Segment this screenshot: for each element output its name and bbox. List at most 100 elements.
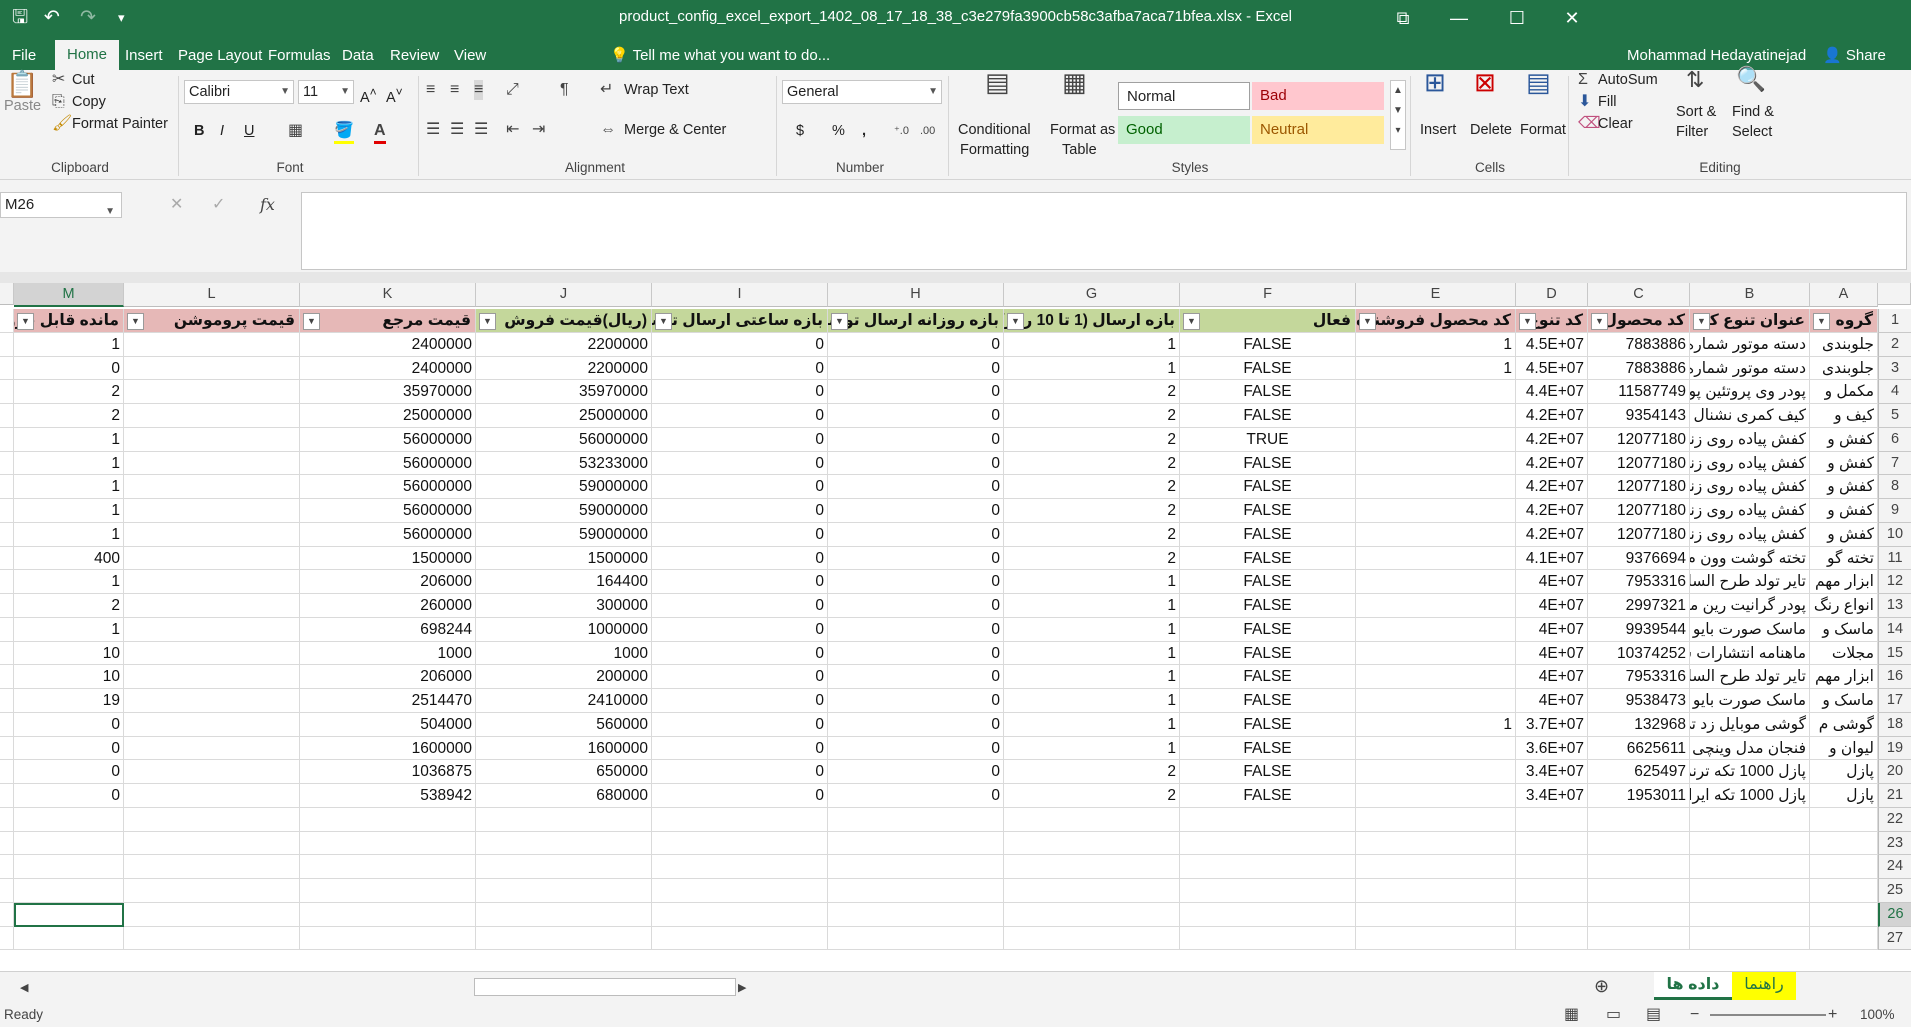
grid-cell[interactable] <box>828 926 1004 951</box>
zoom-in-icon[interactable]: + <box>1828 1005 1837 1025</box>
table-header-c[interactable]: کد محصول ▼ <box>1588 309 1690 333</box>
table-cell[interactable]: 0 <box>828 451 1004 476</box>
table-cell[interactable]: کفش پیاده روی زنانه <box>1690 522 1810 547</box>
table-cell[interactable]: 4.2E+07 <box>1516 404 1588 428</box>
table-cell[interactable]: 0 <box>14 736 124 761</box>
table-cell[interactable] <box>1356 451 1516 476</box>
table-cell[interactable]: 2410000 <box>476 689 652 713</box>
table-cell[interactable]: 1600000 <box>300 736 476 761</box>
table-cell[interactable]: FALSE <box>1180 760 1356 784</box>
row-header[interactable]: 18 <box>1878 712 1911 737</box>
table-cell[interactable]: 164400 <box>476 570 652 594</box>
table-cell[interactable]: FALSE <box>1180 712 1356 737</box>
table-cell[interactable] <box>1356 617 1516 642</box>
table-cell[interactable]: FALSE <box>1180 641 1356 666</box>
table-cell[interactable]: FALSE <box>1180 356 1356 381</box>
table-cell[interactable] <box>124 404 300 428</box>
table-cell[interactable]: 0 <box>652 356 828 381</box>
table-cell[interactable]: 1 <box>14 475 124 499</box>
grid-cell[interactable] <box>300 926 476 951</box>
table-cell[interactable]: 2400000 <box>300 356 476 381</box>
grid-cell[interactable] <box>124 807 300 832</box>
column-header-i[interactable]: I <box>652 283 828 307</box>
delete-cells-button[interactable]: Delete <box>1470 120 1512 140</box>
table-cell[interactable]: 1000 <box>476 641 652 666</box>
grid-cell[interactable] <box>1588 807 1690 832</box>
table-cell[interactable]: تایر تولد طرح الساء <box>1690 665 1810 689</box>
sheet-tab-guide[interactable]: راهنما <box>1732 972 1796 1000</box>
column-header-g[interactable]: G <box>1004 283 1180 307</box>
row-header[interactable]: 11 <box>1878 546 1911 571</box>
table-cell[interactable]: 2 <box>1004 404 1180 428</box>
style-good[interactable]: Good <box>1118 116 1250 144</box>
table-cell[interactable]: ماسک و <box>1810 689 1878 713</box>
table-cell[interactable]: 1 <box>14 499 124 523</box>
grid-cell[interactable] <box>476 879 652 903</box>
grid-cell[interactable] <box>1810 807 1878 832</box>
grid-cell[interactable] <box>476 902 652 927</box>
name-box[interactable]: M26 ▼ <box>0 192 122 218</box>
table-header-m[interactable]: مانده قابل فروش▼ <box>14 309 124 333</box>
row-header[interactable]: 13 <box>1878 594 1911 618</box>
table-cell[interactable]: 1 <box>14 522 124 547</box>
table-cell[interactable]: 12077180 <box>1588 499 1690 523</box>
table-cell[interactable]: 400 <box>14 546 124 571</box>
table-cell[interactable] <box>1356 641 1516 666</box>
grid-cell[interactable] <box>0 855 14 879</box>
row-header[interactable]: 19 <box>1878 736 1911 761</box>
style-normal[interactable]: Normal <box>1118 82 1250 110</box>
table-cell[interactable]: 4.2E+07 <box>1516 427 1588 452</box>
grid-cell[interactable] <box>0 475 14 499</box>
bold-button[interactable]: B <box>194 121 204 141</box>
table-cell[interactable]: 10 <box>14 641 124 666</box>
grid-cell[interactable] <box>1690 855 1810 879</box>
insert-function-icon[interactable]: fx <box>260 195 275 215</box>
grid-cell[interactable] <box>1516 807 1588 832</box>
tab-review[interactable]: Review <box>378 42 451 70</box>
table-cell[interactable]: 0 <box>652 736 828 761</box>
table-header-l[interactable]: قیمت پروموشن ▼ <box>124 309 300 333</box>
filter-dropdown-icon[interactable]: ▼ <box>655 313 672 330</box>
table-cell[interactable]: 1 <box>14 570 124 594</box>
table-cell[interactable]: 6625611 <box>1588 736 1690 761</box>
row-header[interactable]: 14 <box>1878 617 1911 642</box>
table-cell[interactable] <box>124 546 300 571</box>
row-header[interactable]: 3 <box>1878 356 1911 381</box>
table-cell[interactable]: FALSE <box>1180 689 1356 713</box>
grid-cell[interactable] <box>14 879 124 903</box>
grid-cell[interactable] <box>1810 879 1878 903</box>
table-cell[interactable]: 4E+07 <box>1516 689 1588 713</box>
percent-button[interactable]: % <box>832 121 845 141</box>
grid-cell[interactable] <box>1516 855 1588 879</box>
grid-cell[interactable] <box>1180 831 1356 856</box>
table-cell[interactable]: TRUE <box>1180 427 1356 452</box>
table-cell[interactable]: FALSE <box>1180 451 1356 476</box>
column-header-f[interactable]: F <box>1180 283 1356 307</box>
filter-dropdown-icon[interactable]: ▼ <box>17 313 34 330</box>
table-cell[interactable]: 4.5E+07 <box>1516 356 1588 381</box>
grid-cell[interactable] <box>0 665 14 689</box>
grid-cell[interactable] <box>1180 926 1356 951</box>
table-cell[interactable]: 0 <box>652 570 828 594</box>
table-cell[interactable]: FALSE <box>1180 475 1356 499</box>
table-cell[interactable]: پازل <box>1810 760 1878 784</box>
table-cell[interactable]: 12077180 <box>1588 451 1690 476</box>
grid-cell[interactable] <box>1004 831 1180 856</box>
filter-dropdown-icon[interactable]: ▼ <box>1183 313 1200 330</box>
filter-dropdown-icon[interactable]: ▼ <box>1813 313 1830 330</box>
table-cell[interactable] <box>124 665 300 689</box>
close-button[interactable]: ✕ <box>1552 4 1592 32</box>
grid-cell[interactable] <box>652 831 828 856</box>
grid-cell[interactable] <box>1690 926 1810 951</box>
table-cell[interactable] <box>124 617 300 642</box>
table-cell[interactable]: تخته گو <box>1810 546 1878 571</box>
table-cell[interactable]: 0 <box>652 689 828 713</box>
table-cell[interactable] <box>124 760 300 784</box>
table-cell[interactable]: پودر وی پروتئین پور <box>1690 380 1810 404</box>
column-header-a[interactable]: A <box>1810 283 1878 307</box>
table-cell[interactable]: پازل <box>1810 784 1878 808</box>
table-cell[interactable]: 25000000 <box>476 404 652 428</box>
table-cell[interactable]: 0 <box>652 784 828 808</box>
grid-cell[interactable] <box>300 831 476 856</box>
grid-cell[interactable] <box>0 807 14 832</box>
